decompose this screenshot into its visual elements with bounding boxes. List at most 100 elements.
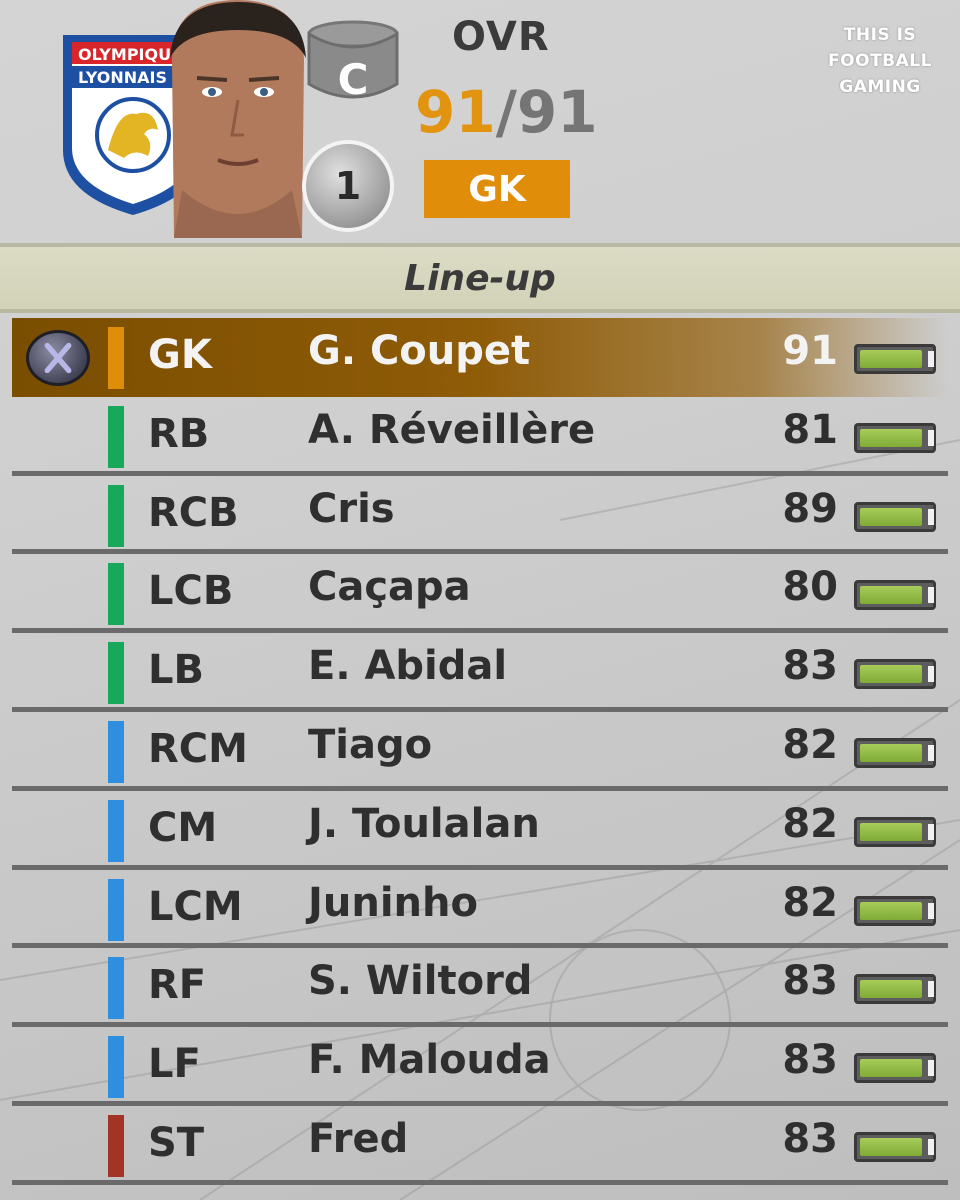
player-position: GK bbox=[148, 332, 212, 378]
stamina-fill bbox=[860, 665, 922, 684]
stamina-bar bbox=[854, 422, 936, 453]
player-rating: 91 bbox=[782, 328, 838, 374]
lineup-row[interactable]: RCM Tiago 82 bbox=[12, 712, 948, 791]
stamina-fill bbox=[860, 980, 922, 999]
stamina-fill bbox=[860, 1137, 922, 1156]
stamina-bar bbox=[854, 1131, 936, 1162]
stamina-cap bbox=[928, 587, 934, 604]
position-color-stripe bbox=[108, 484, 124, 547]
player-rating: 82 bbox=[782, 800, 838, 847]
lineup-row[interactable]: GK G. Coupet 91 bbox=[12, 318, 948, 397]
section-header: Line-up bbox=[0, 243, 960, 313]
position-color-stripe bbox=[108, 799, 124, 862]
stamina-bar bbox=[854, 895, 936, 926]
lineup-row[interactable]: LCB Caçapa 80 bbox=[12, 554, 948, 634]
player-position: LF bbox=[148, 1041, 201, 1088]
player-name: A. Réveillère bbox=[308, 406, 596, 453]
lineup-row[interactable]: ST Fred 83 bbox=[12, 1106, 948, 1185]
ovr-separator: / bbox=[495, 78, 517, 146]
ovr-label: OVR bbox=[452, 14, 550, 60]
player-position: RCB bbox=[148, 489, 239, 536]
watermark-line-1: THIS IS bbox=[843, 25, 917, 45]
player-position: LCB bbox=[148, 568, 234, 615]
lineup-row[interactable]: RF S. Wiltord 83 bbox=[12, 948, 948, 1028]
row-divider bbox=[12, 1179, 948, 1185]
position-color-stripe bbox=[108, 642, 124, 705]
position-color-stripe bbox=[108, 1114, 124, 1177]
position-color-stripe bbox=[108, 720, 124, 783]
player-name: S. Wiltord bbox=[308, 958, 533, 1005]
stamina-bar bbox=[854, 737, 936, 768]
stamina-bar bbox=[854, 580, 936, 611]
captain-cup-icon: C bbox=[307, 20, 399, 104]
stamina-fill bbox=[860, 350, 922, 368]
player-portrait bbox=[170, 0, 306, 238]
player-name: G. Coupet bbox=[308, 328, 531, 374]
x-button-icon[interactable] bbox=[26, 330, 90, 386]
lineup-row[interactable]: LB E. Abidal 83 bbox=[12, 633, 948, 712]
position-color-stripe bbox=[108, 957, 124, 1020]
position-color-stripe bbox=[108, 878, 124, 941]
player-name: Cris bbox=[308, 485, 395, 532]
stamina-fill bbox=[860, 1059, 922, 1078]
player-name: Caçapa bbox=[308, 564, 471, 611]
stamina-fill bbox=[860, 901, 922, 920]
lineup-row[interactable]: RCB Cris 89 bbox=[12, 476, 948, 555]
position-color-stripe bbox=[108, 327, 124, 389]
player-name: Tiago bbox=[308, 721, 433, 768]
player-name: F. Malouda bbox=[308, 1037, 551, 1084]
player-rating: 89 bbox=[782, 485, 838, 532]
lineup-row[interactable]: LF F. Malouda 83 bbox=[12, 1027, 948, 1106]
player-name: Juninho bbox=[308, 879, 478, 926]
lineup-row[interactable]: RB A. Réveillère 81 bbox=[12, 397, 948, 476]
position-color-stripe bbox=[108, 1036, 124, 1099]
stamina-cap bbox=[928, 1060, 934, 1077]
watermark-line-2: FOOTBALL bbox=[828, 51, 932, 71]
stamina-bar bbox=[854, 974, 936, 1005]
player-rating: 80 bbox=[782, 564, 838, 611]
player-rating: 81 bbox=[782, 406, 838, 453]
stamina-cap bbox=[928, 429, 934, 446]
stamina-cap bbox=[928, 902, 934, 919]
position-color-stripe bbox=[108, 405, 124, 468]
player-rating: 83 bbox=[782, 1037, 838, 1084]
player-name: E. Abidal bbox=[308, 643, 508, 690]
stamina-fill bbox=[860, 743, 922, 762]
svg-text:C: C bbox=[338, 55, 369, 104]
stamina-cap bbox=[928, 508, 934, 525]
stamina-bar bbox=[854, 501, 936, 532]
stamina-cap bbox=[928, 981, 934, 998]
lineup-row[interactable]: CM J. Toulalan 82 bbox=[12, 791, 948, 870]
player-position: RB bbox=[148, 410, 210, 457]
player-name: Fred bbox=[308, 1115, 409, 1162]
stamina-bar bbox=[854, 1053, 936, 1084]
player-position: RCM bbox=[148, 725, 248, 772]
position-color-stripe bbox=[108, 563, 124, 626]
player-rating: 82 bbox=[782, 879, 838, 926]
stamina-cap bbox=[928, 1138, 934, 1155]
stamina-cap bbox=[928, 744, 934, 761]
lineup-row[interactable]: LCM Juninho 82 bbox=[12, 870, 948, 949]
ovr-current: 91 bbox=[415, 78, 496, 146]
player-name: J. Toulalan bbox=[308, 800, 540, 847]
player-position: ST bbox=[148, 1119, 205, 1166]
player-position: LB bbox=[148, 647, 204, 694]
ovr-value: 91/91 bbox=[415, 78, 598, 146]
stamina-bar bbox=[854, 659, 936, 690]
watermark-line-3: GAMING bbox=[839, 77, 921, 97]
stamina-cap bbox=[928, 823, 934, 840]
stamina-cap bbox=[928, 351, 934, 367]
player-rating: 83 bbox=[782, 643, 838, 690]
player-rating: 83 bbox=[782, 1115, 838, 1162]
stamina-fill bbox=[860, 586, 922, 605]
stamina-bar bbox=[854, 344, 936, 374]
ovr-max: 91 bbox=[516, 78, 598, 146]
player-position: RF bbox=[148, 962, 207, 1009]
stamina-fill bbox=[860, 822, 922, 841]
player-position: CM bbox=[148, 804, 218, 851]
player-rating: 83 bbox=[782, 958, 838, 1005]
stamina-cap bbox=[928, 666, 934, 683]
stamina-bar bbox=[854, 816, 936, 847]
stamina-fill bbox=[860, 428, 922, 447]
stamina-fill bbox=[860, 507, 922, 526]
